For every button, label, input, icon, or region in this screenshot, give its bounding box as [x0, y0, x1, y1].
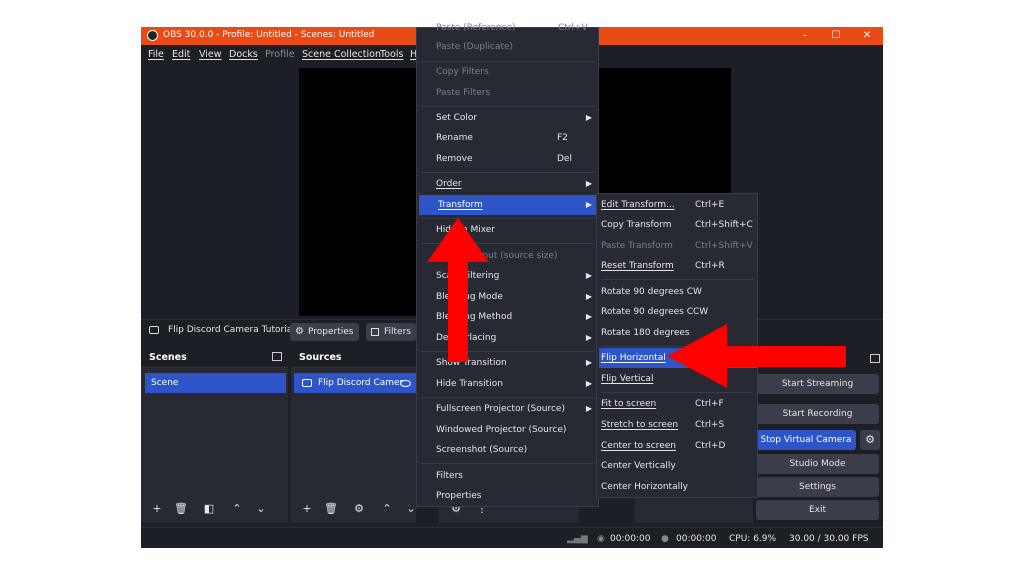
arrow-left-to-flip-horizontal	[667, 324, 846, 388]
arrow-up-to-transform	[427, 218, 489, 362]
annotation-overlay	[427, 218, 846, 388]
